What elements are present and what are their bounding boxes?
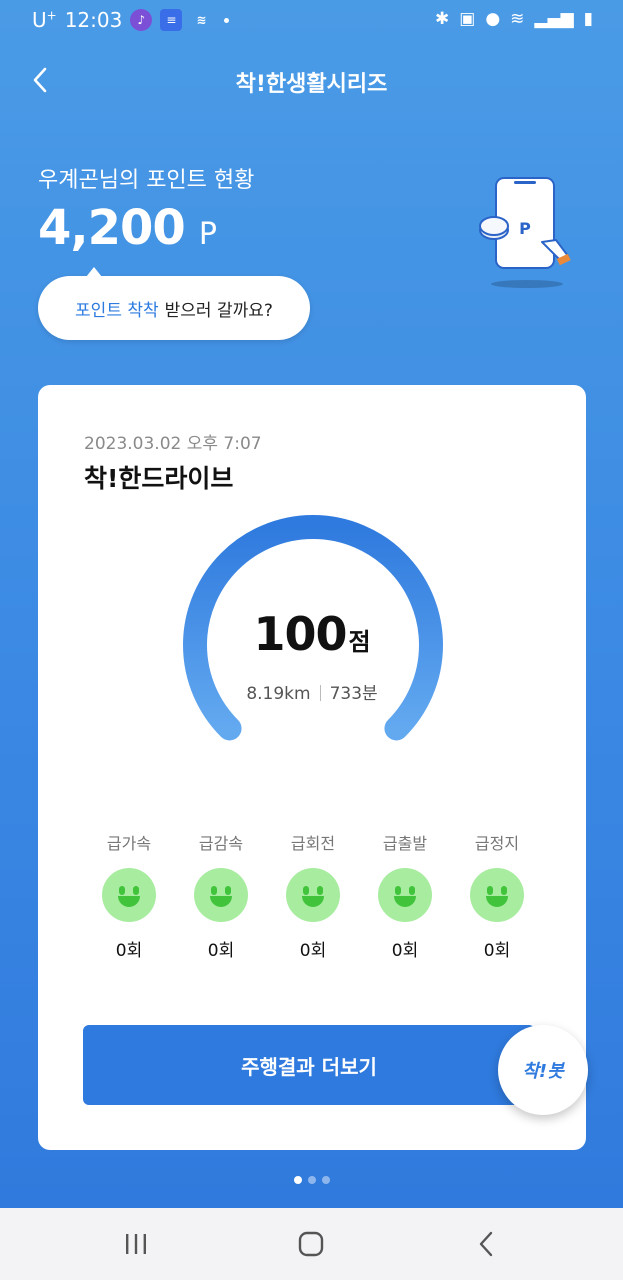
points-status-label: 우계곤님의 포인트 현황: [38, 168, 255, 193]
event-count: 0회: [483, 941, 511, 961]
smiley-face-icon: [286, 868, 340, 922]
drive-meta: 8.19km 733분: [38, 679, 586, 704]
battery-icon: ▮: [583, 9, 593, 29]
bubble-highlight: 포인트 착착: [75, 300, 159, 321]
bubble-text: 받으러 갈까요?: [164, 300, 273, 321]
page-dot-1[interactable]: [293, 1176, 302, 1184]
drive-title: 착!한드라이브: [84, 464, 234, 493]
view-more-results-button[interactable]: 주행결과 더보기: [83, 1025, 535, 1105]
meta-divider: [319, 685, 321, 701]
smiley-face-icon: [194, 868, 248, 922]
smiley-face-icon: [378, 868, 432, 922]
score-display: 100점: [38, 607, 586, 661]
event-sudden-decel: 급감속 0회: [175, 830, 267, 961]
points-collect-bubble[interactable]: 포인트 착착 받으러 갈까요?: [38, 267, 310, 340]
back-icon: [479, 1231, 493, 1257]
points-value: 4,200 P: [38, 200, 217, 256]
location-icon: ●: [485, 9, 501, 29]
smiley-face-icon: [102, 868, 156, 922]
stripes-app-icon: ≋: [196, 13, 207, 27]
system-back-button[interactable]: [466, 1226, 506, 1262]
status-bar: U+ 12:03 ♪ ≡ ≋ ✱ ▣ ● ≋ ▂▄▆ ▮: [0, 0, 623, 40]
drive-result-card: 2023.03.02 오후 7:07 착!한드라이브 100점 8.19km 73…: [38, 385, 588, 1150]
phone-points-illustration-icon: P: [479, 177, 571, 288]
bluetooth-icon: ✱: [435, 9, 450, 29]
carrier-label: U+: [32, 8, 57, 32]
event-count: 0회: [391, 941, 419, 961]
drive-date: 2023.03.02 오후 7:07: [84, 434, 262, 454]
chatbot-button[interactable]: 착!봇: [498, 1025, 588, 1115]
more-notifications-icon: [224, 17, 230, 23]
battery-saver-icon: ▣: [459, 9, 476, 29]
system-nav-bar: [0, 1208, 623, 1280]
svg-text:P: P: [519, 219, 531, 238]
event-count: 0회: [299, 941, 327, 961]
page-dot-3[interactable]: [321, 1176, 330, 1184]
event-count: 0회: [115, 941, 143, 961]
event-label: 급가속: [106, 834, 152, 853]
points-unit: P: [198, 217, 217, 252]
status-time: 12:03: [64, 8, 123, 32]
event-label: 급출발: [382, 834, 428, 853]
drive-duration: 733분: [329, 684, 378, 704]
event-label: 급감속: [198, 834, 244, 853]
event-sudden-start: 급출발 0회: [359, 830, 451, 961]
event-count: 0회: [207, 941, 235, 961]
recent-apps-button[interactable]: [116, 1226, 156, 1262]
home-icon: [298, 1231, 324, 1257]
home-button[interactable]: [291, 1226, 331, 1262]
notes-app-icon: ≡: [160, 9, 183, 31]
smiley-face-icon: [470, 868, 524, 922]
event-sudden-stop: 급정지 0회: [451, 830, 543, 961]
event-label: 급정지: [474, 834, 520, 853]
score-unit: 점: [348, 628, 371, 656]
drive-distance: 8.19km: [246, 684, 311, 704]
signal-icon: ▂▄▆: [534, 9, 574, 29]
recent-apps-icon: [126, 1234, 146, 1254]
event-sharp-turn: 급회전 0회: [267, 830, 359, 961]
page-indicator: [0, 1176, 623, 1184]
event-sudden-accel: 급가속 0회: [83, 830, 175, 961]
event-label: 급회전: [290, 834, 336, 853]
wifi-icon: ≋: [510, 9, 525, 29]
driving-events: 급가속 0회 급감속 0회 급회전 0회 급출발 0회 급정지 0회: [83, 830, 543, 961]
page-title: 착!한생활시리즈: [235, 72, 388, 97]
score-value: 100: [253, 607, 347, 661]
app-header: 착!한생활시리즈: [0, 50, 623, 110]
notification-app-icon: ♪: [130, 9, 153, 31]
points-amount: 4,200: [38, 200, 186, 256]
page-dot-2[interactable]: [307, 1176, 316, 1184]
